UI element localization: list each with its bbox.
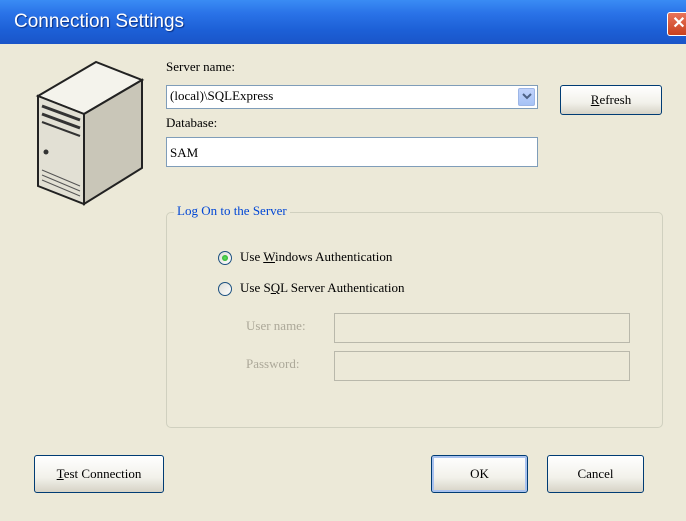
database-input[interactable]: SAM — [166, 137, 538, 167]
password-input[interactable] — [334, 351, 630, 381]
ok-button[interactable]: OK — [431, 455, 528, 493]
title-bar: Connection Settings ✕ — [0, 0, 686, 44]
radio-selected-dot — [222, 255, 228, 261]
windows-auth-label[interactable]: Use Windows Authentication — [240, 249, 392, 265]
server-name-value: (local)\SQLExpress — [170, 88, 274, 103]
close-button[interactable]: ✕ — [667, 12, 686, 36]
database-label: Database: — [166, 115, 218, 130]
server-tower-icon — [35, 60, 145, 206]
refresh-button[interactable]: Refresh — [560, 85, 662, 115]
test-connection-button[interactable]: Test Connection — [34, 455, 164, 493]
sql-auth-label[interactable]: Use SQL Server Authentication — [240, 280, 405, 296]
logon-group-title: Log On to the Server — [174, 203, 290, 219]
password-label: Password: — [246, 356, 300, 371]
username-label: User name: — [246, 318, 306, 333]
cancel-button[interactable]: Cancel — [547, 455, 644, 493]
sql-auth-radio[interactable] — [218, 282, 232, 296]
username-input[interactable] — [334, 313, 630, 343]
windows-auth-radio[interactable] — [218, 251, 232, 265]
database-value: SAM — [170, 145, 199, 160]
chevron-down-icon[interactable] — [518, 88, 535, 106]
server-name-combobox[interactable]: (local)\SQLExpress — [166, 85, 538, 109]
window-title: Connection Settings — [14, 11, 185, 32]
server-name-label: Server name: — [166, 59, 235, 74]
